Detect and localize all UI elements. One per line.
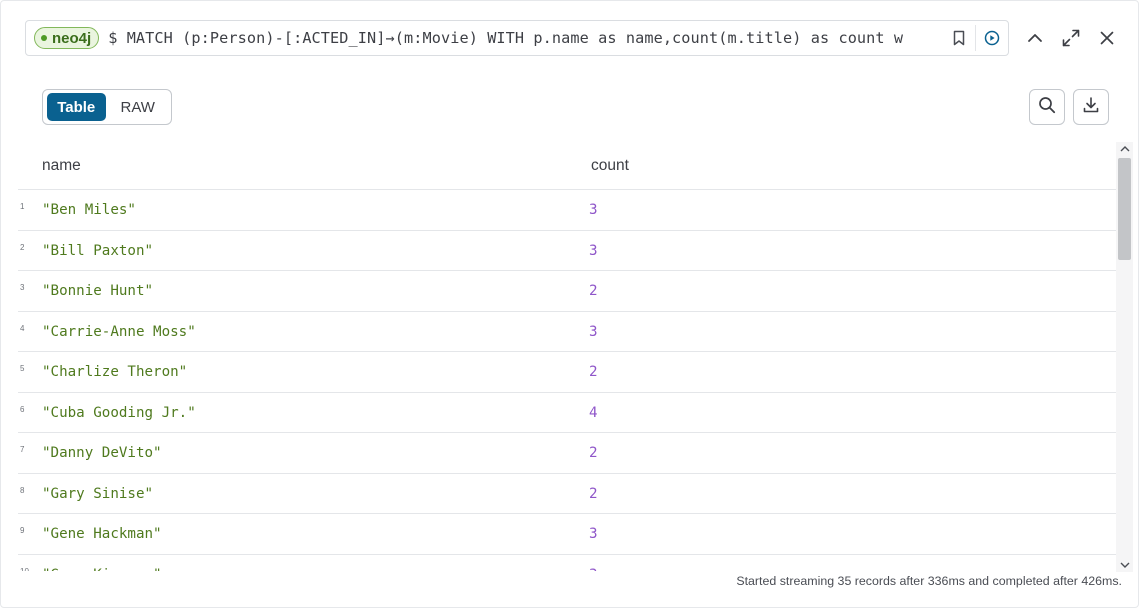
raw-view-button[interactable]: RAW (109, 93, 168, 121)
row-number: 7 (20, 445, 25, 454)
table-row: 5 "Charlize Theron" 2 (18, 352, 1116, 393)
cell-count: 4 (589, 404, 598, 421)
view-toggle: Table RAW (42, 89, 172, 125)
table-row: 9 "Gene Hackman" 3 (18, 514, 1116, 555)
row-number: 8 (20, 485, 25, 495)
cell-name: "Bonnie Hunt" (42, 283, 154, 299)
table-row: 2 "Bill Paxton" 3 (18, 231, 1116, 271)
table-row: 8 "Gary Sinise" 2 (18, 474, 1116, 514)
cell-name: "Gary Sinise" (42, 485, 154, 502)
row-number: 2 (20, 242, 25, 252)
table-header: name count (18, 146, 1116, 190)
cell-count: 3 (589, 242, 598, 259)
cell-count: 2 (589, 445, 598, 461)
search-button[interactable] (1029, 89, 1065, 125)
cell-name: "Charlize Theron" (42, 364, 188, 380)
cell-name: "Ben Miles" (42, 202, 136, 218)
cell-count: 2 (589, 364, 598, 380)
cell-name: "Carrie-Anne Moss" (42, 323, 196, 340)
query-prompt: $ (108, 29, 118, 47)
table-view-button[interactable]: Table (47, 93, 106, 121)
expand-icon[interactable] (1060, 27, 1082, 49)
chevron-up-icon[interactable] (1024, 27, 1046, 49)
row-number: 6 (20, 404, 25, 414)
row-number: 3 (20, 283, 25, 292)
column-header-count: count (591, 157, 629, 174)
table-body: 1 "Ben Miles" 3 2 "Bill Paxton" 3 3 "Bonnie Hun… (18, 190, 1116, 571)
bookmark-icon[interactable] (950, 29, 968, 47)
row-number: 9 (20, 526, 25, 535)
cell-count: 2 (589, 485, 598, 502)
scroll-down-arrow-icon[interactable] (1119, 560, 1130, 570)
run-icon[interactable] (983, 29, 1001, 47)
cell-name: "Greg Kinnear" (42, 567, 162, 572)
results-table: name count 1 "Ben Miles" 3 2 "Bill Paxton" 3 3… (18, 146, 1116, 571)
close-icon[interactable] (1096, 27, 1118, 49)
result-frame: neo4j $ MATCH (p:Person)-[:ACTED_IN]→(m:… (0, 0, 1139, 608)
cell-count: 3 (589, 567, 598, 572)
database-name: neo4j (52, 29, 92, 47)
row-number: 4 (20, 323, 25, 333)
download-button[interactable] (1073, 89, 1109, 125)
query-string: MATCH (p:Person)-[:ACTED_IN]→(m:Movie) W… (126, 29, 904, 47)
status-text: Started streaming 35 records after 336ms… (736, 574, 1122, 588)
cell-name: "Danny DeVito" (42, 445, 162, 461)
status-dot-icon (41, 35, 47, 41)
table-scrollbar[interactable] (1116, 142, 1133, 572)
cell-count: 3 (589, 526, 598, 542)
query-bar-divider (975, 25, 976, 51)
cell-count: 2 (589, 283, 598, 299)
scrollbar-thumb[interactable] (1118, 158, 1131, 260)
column-header-name: name (42, 157, 81, 174)
table-row: 1 "Ben Miles" 3 (18, 190, 1116, 231)
download-icon (1082, 96, 1100, 119)
search-icon (1038, 96, 1056, 119)
table-row: 6 "Cuba Gooding Jr." 4 (18, 393, 1116, 433)
database-badge[interactable]: neo4j (34, 27, 100, 49)
query-editor[interactable]: neo4j $ MATCH (p:Person)-[:ACTED_IN]→(m:… (25, 20, 1009, 56)
cell-name: "Cuba Gooding Jr." (42, 404, 196, 421)
cell-name: "Bill Paxton" (42, 242, 154, 259)
scroll-up-arrow-icon[interactable] (1119, 144, 1130, 154)
row-number: 1 (20, 202, 25, 211)
table-row: 7 "Danny DeVito" 2 (18, 433, 1116, 474)
cell-name: "Gene Hackman" (42, 526, 162, 542)
table-row: 3 "Bonnie Hunt" 2 (18, 271, 1116, 312)
row-number: 10 (20, 566, 29, 572)
row-number: 5 (20, 364, 25, 373)
cell-count: 3 (589, 202, 598, 218)
query-text[interactable]: $ MATCH (p:Person)-[:ACTED_IN]→(m:Movie)… (108, 29, 922, 47)
table-row: 10 "Greg Kinnear" 3 (18, 555, 1116, 572)
cell-count: 3 (589, 323, 598, 340)
table-row: 4 "Carrie-Anne Moss" 3 (18, 312, 1116, 352)
